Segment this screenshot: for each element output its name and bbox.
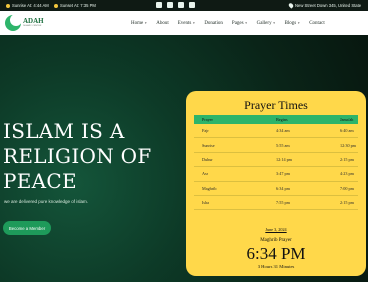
site-logo[interactable]: ADAH ISLAMIC CENTER xyxy=(5,13,57,33)
facebook-icon[interactable] xyxy=(156,2,162,8)
sunset-info: Sunset At: 7:35 PM xyxy=(54,3,96,8)
address-info: New Street Down 345, United State xyxy=(287,2,362,9)
nav-item-home[interactable]: Home ▼ xyxy=(131,21,147,26)
sunrise-text: Sunrise At: 4:44 AM xyxy=(12,3,49,8)
nav-item-pages[interactable]: Pages ▼ xyxy=(232,21,248,26)
prayer-jamaah: 7:00 pm xyxy=(340,185,354,191)
prayer-begins: 3:47 pm xyxy=(276,171,290,177)
nav-label: Home xyxy=(131,20,144,26)
location-pin-icon xyxy=(287,2,295,9)
nav-label: Pages xyxy=(231,20,244,26)
nav-item-gallery[interactable]: Gallery ▼ xyxy=(257,21,276,26)
chevron-down-icon: ▼ xyxy=(272,21,276,25)
chevron-down-icon: ▼ xyxy=(244,21,248,25)
nav-item-about[interactable]: About xyxy=(156,21,169,26)
address-text: New Street Down 345, United State xyxy=(295,3,362,8)
logo-tagline: ISLAMIC CENTER xyxy=(23,25,42,28)
prayer-jamaah: 6:40 am xyxy=(340,128,354,134)
next-prayer-time: 6:34 PM xyxy=(246,244,306,263)
nav-item-contact[interactable]: Contact xyxy=(309,21,325,26)
sunset-text: Sunset At: 7:35 PM xyxy=(60,3,96,8)
sunrise-info: Sunrise At: 4:44 AM xyxy=(6,3,49,8)
table-row: Duhur 12:14 pm 2:15 pm xyxy=(194,153,358,168)
nav-label: Donation xyxy=(204,20,223,26)
nav-label: Events xyxy=(177,20,192,26)
next-prayer-name: Maghrib Prayer xyxy=(260,238,292,243)
nav-label: About xyxy=(156,20,169,26)
nav-item-donation[interactable]: Donation xyxy=(204,21,223,26)
prayer-name: Isha xyxy=(202,200,209,206)
time-remaining: 3 Hours 31 Minutes xyxy=(257,264,295,269)
prayer-jamaah: 2:15 pm xyxy=(340,156,354,162)
header-jamaah: Jama'ah xyxy=(340,117,354,122)
prayer-table-body: Fajr 4:34 am 6:40 am Sunrise 5:55 am 12:… xyxy=(194,124,358,211)
chevron-down-icon: ▼ xyxy=(144,21,148,25)
table-row: Fajr 4:34 am 6:40 am xyxy=(194,124,358,139)
hero-subtitle: we are delivered pure knowledge of islam… xyxy=(4,199,89,204)
prayer-table-header: Prayer Begins Jama'ah xyxy=(194,115,358,124)
prayer-jamaah: 2:15 pm xyxy=(340,200,354,206)
header-prayer: Prayer xyxy=(202,117,213,122)
prayer-jamaah: 4:23 pm xyxy=(340,171,354,177)
prayer-name: Maghrib xyxy=(202,185,217,191)
hero-title: ISLAM IS A RELIGION OF PEACE xyxy=(3,119,152,193)
header-begins: Begins xyxy=(276,117,288,122)
table-row: Isha 7:55 pm 2:15 pm xyxy=(194,196,358,211)
chevron-down-icon: ▼ xyxy=(297,21,301,25)
prayer-times-title: Prayer Times xyxy=(244,98,308,112)
main-navbar: ADAH ISLAMIC CENTER Home ▼ About Events … xyxy=(0,11,368,35)
sun-icon xyxy=(6,3,10,8)
logo-text: ADAH ISLAMIC CENTER xyxy=(23,18,44,28)
prayer-jamaah: 12:30 pm xyxy=(340,142,356,148)
prayer-begins: 6:34 pm xyxy=(276,185,290,191)
nav-label: Gallery xyxy=(256,20,272,26)
social-links xyxy=(156,2,195,8)
prayer-begins: 7:55 pm xyxy=(276,200,290,206)
prayer-name: Sunrise xyxy=(202,142,215,148)
nav-label: Blogs xyxy=(284,20,297,26)
prayer-begins: 12:14 pm xyxy=(276,156,292,162)
table-row: Maghrib 6:34 pm 7:00 pm xyxy=(194,182,358,196)
prayer-date[interactable]: June 3, 2024 xyxy=(186,227,366,232)
nav-item-blogs[interactable]: Blogs ▼ xyxy=(285,21,301,26)
chevron-down-icon: ▼ xyxy=(192,21,196,25)
table-row: Sunrise 5:55 am 12:30 pm xyxy=(194,138,358,153)
primary-nav: Home ▼ About Events ▼ Donation Pages ▼ G… xyxy=(131,11,325,35)
instagram-icon[interactable] xyxy=(189,2,195,8)
prayer-begins: 4:34 am xyxy=(276,128,290,134)
prayer-name: Fajr xyxy=(202,128,209,134)
top-info-bar: Sunrise At: 4:44 AM Sunset At: 7:35 PM N… xyxy=(0,0,368,11)
x-icon[interactable] xyxy=(167,2,173,8)
crescent-logo-icon xyxy=(5,14,22,31)
become-member-button[interactable]: Become a Member xyxy=(3,221,51,235)
prayer-begins: 5:55 am xyxy=(276,142,290,148)
nav-label: Contact xyxy=(309,20,325,26)
nav-item-events[interactable]: Events ▼ xyxy=(178,21,196,26)
prayer-name: Duhur xyxy=(202,156,213,162)
prayer-name: Asr xyxy=(202,171,209,177)
linkedin-icon[interactable] xyxy=(178,2,184,8)
table-row: Asr 3:47 pm 4:23 pm xyxy=(194,167,358,182)
sunset-icon xyxy=(54,3,58,8)
prayer-times-card: Prayer Times Prayer Begins Jama'ah Fajr … xyxy=(186,91,366,276)
